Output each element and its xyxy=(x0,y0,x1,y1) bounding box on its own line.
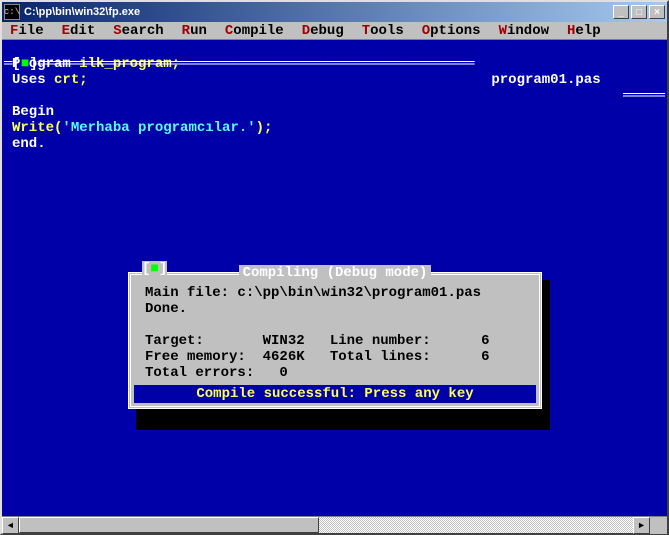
app-icon: c:\ xyxy=(4,4,20,20)
close-button[interactable]: × xyxy=(649,5,665,19)
maximize-button[interactable]: □ xyxy=(631,5,647,19)
menu-edit[interactable]: Edit xyxy=(62,23,96,39)
compile-dialog[interactable]: [■] Compiling (Debug mode) Main file: c:… xyxy=(128,272,542,409)
menu-options[interactable]: Options xyxy=(422,23,481,39)
editor-area[interactable]: ═[■]════════════════════════════════════… xyxy=(2,40,667,516)
dialog-close-icon[interactable]: [■] xyxy=(142,261,167,277)
menu-run[interactable]: Run xyxy=(182,23,207,39)
editor-frame-top: ═[■]════════════════════════════════════… xyxy=(4,40,665,56)
titlebar[interactable]: c:\ C:\pp\bin\win32\fp.exe _ □ × xyxy=(2,2,667,22)
menu-debug[interactable]: Debug xyxy=(302,23,344,39)
menu-search[interactable]: Search xyxy=(113,23,163,39)
scroll-thumb[interactable] xyxy=(19,517,319,533)
menu-compile[interactable]: Compile xyxy=(225,23,284,39)
menu-help[interactable]: Help xyxy=(567,23,601,39)
scroll-track[interactable] xyxy=(19,517,633,533)
dialog-footer: Compile successful: Press any key xyxy=(134,385,536,403)
scroll-left-button[interactable]: ◄ xyxy=(2,517,19,534)
horizontal-scrollbar[interactable]: ◄ ► xyxy=(2,516,667,533)
app-window: c:\ C:\pp\bin\win32\fp.exe _ □ × File Ed… xyxy=(0,0,669,535)
minimize-button[interactable]: _ xyxy=(613,5,629,19)
window-title: C:\pp\bin\win32\fp.exe xyxy=(24,6,613,18)
menu-tools[interactable]: Tools xyxy=(362,23,404,39)
window-controls: _ □ × xyxy=(613,5,665,19)
editor-filename: program01.pas xyxy=(483,72,609,88)
menubar: File Edit Search Run Compile Debug Tools… xyxy=(2,22,667,40)
dialog-body: Main file: c:\pp\bin\win32\program01.pas… xyxy=(131,275,539,385)
editor-close-icon[interactable]: ■ xyxy=(21,56,29,72)
menu-file[interactable]: File xyxy=(10,23,44,39)
menu-window[interactable]: Window xyxy=(499,23,549,39)
scroll-right-button[interactable]: ► xyxy=(633,517,650,534)
scrollbar-corner xyxy=(650,517,667,534)
